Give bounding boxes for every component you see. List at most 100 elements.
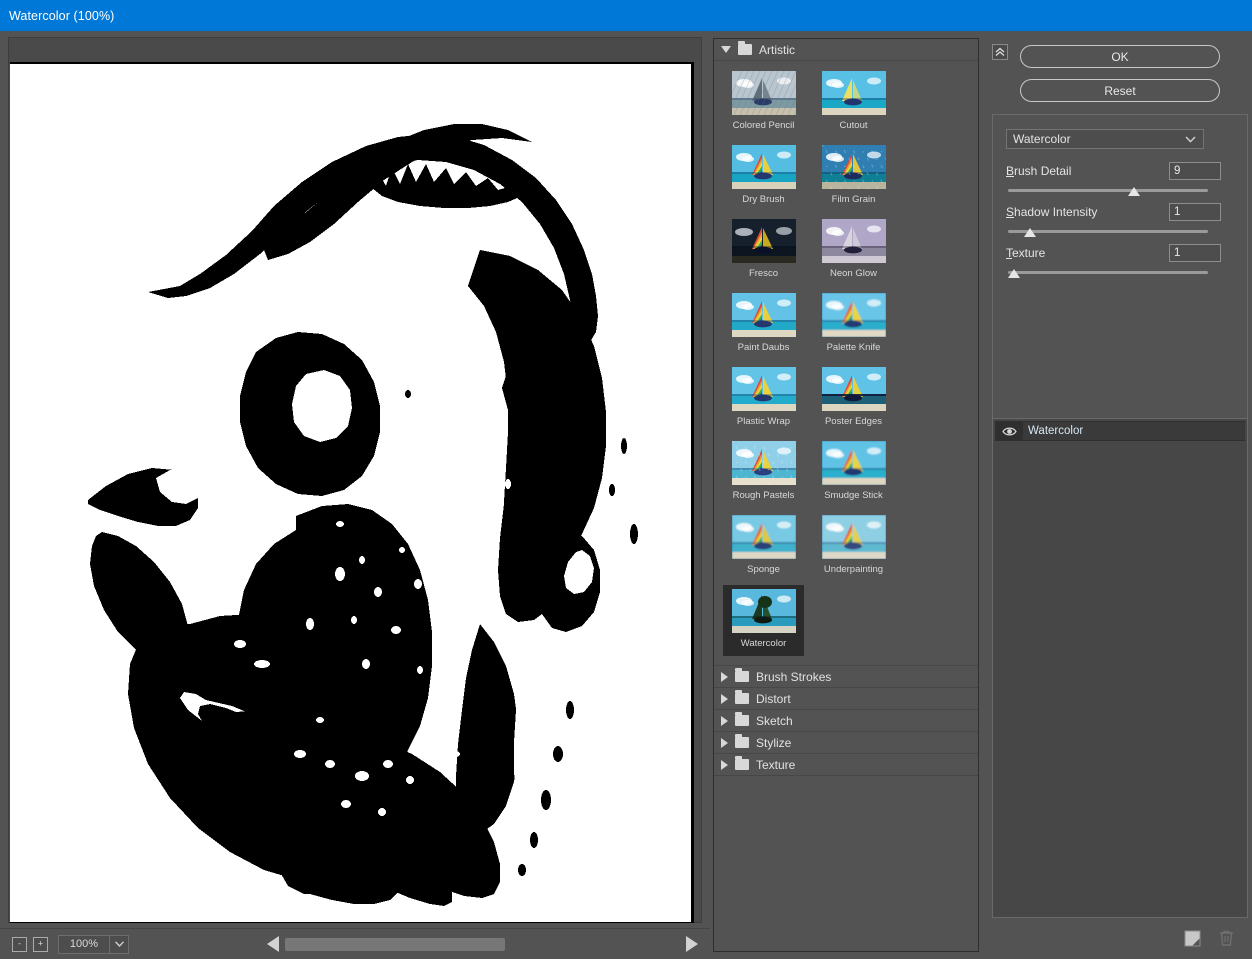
filter-thumbnail-palette-knife[interactable]: Palette Knife (813, 289, 894, 360)
filter-select-dropdown[interactable]: Watercolor (1006, 129, 1204, 149)
folder-icon (735, 712, 749, 726)
zoom-in-button[interactable]: + (33, 936, 48, 952)
slider-group-texture: Texture 1 (1006, 243, 1221, 282)
category-row-sketch[interactable]: Sketch (714, 710, 978, 732)
zoom-out-label: - (18, 938, 21, 949)
filter-thumbnail-label: Plastic Wrap (736, 416, 791, 427)
scrollbar-thumb[interactable] (285, 937, 505, 951)
slider-value-field-shadow-intensity[interactable]: 1 (1169, 202, 1221, 221)
chevron-down-icon (114, 941, 124, 947)
filter-thumbnail-label: Poster Edges (824, 416, 883, 427)
preview-image-canvas[interactable] (10, 64, 691, 922)
filter-thumbnail-underpainting[interactable]: Underpainting (813, 511, 894, 582)
category-label: Texture (756, 757, 796, 772)
zoom-out-button[interactable]: - (12, 936, 27, 952)
filter-preview-image (821, 441, 886, 485)
filter-preview-image (821, 293, 886, 337)
triangle-right-icon (721, 737, 728, 748)
collapse-panel-button[interactable] (992, 44, 1008, 60)
slider-knob-brush-detail[interactable] (1128, 187, 1141, 196)
scroll-left-arrow[interactable] (267, 936, 279, 952)
filter-thumbnail-plastic-wrap[interactable]: Plastic Wrap (723, 363, 804, 434)
filter-thumbnail-rough-pastels[interactable]: Rough Pastels (723, 437, 804, 508)
slider-knob-texture[interactable] (1008, 269, 1020, 278)
window-title: Watercolor (100%) (9, 8, 115, 23)
category-row-brush-strokes[interactable]: Brush Strokes (714, 666, 978, 688)
slider-value-field-brush-detail[interactable]: 9 (1169, 161, 1221, 180)
filter-thumbnail-colored-pencil[interactable]: Colored Pencil (723, 67, 804, 138)
filter-preview-image (821, 367, 886, 411)
settings-pane: OK Reset Watercolor Brush Detail 9 Shadow … (988, 38, 1252, 959)
filter-thumbnail-label: Underpainting (823, 564, 884, 575)
category-header-artistic[interactable]: Artistic (714, 39, 978, 61)
filter-preview-image (731, 515, 796, 559)
filter-preview-image (731, 145, 796, 189)
double-chevron-up-icon (995, 47, 1005, 56)
folder-icon (735, 668, 749, 682)
ok-button[interactable]: OK (1020, 45, 1220, 68)
filter-thumbnail-cutout[interactable]: Cutout (813, 67, 894, 138)
zoom-dropdown-button[interactable] (110, 934, 129, 954)
filter-thumbnail-label: Rough Pastels (732, 490, 795, 501)
folder-icon (738, 41, 752, 55)
reset-button[interactable]: Reset (1020, 79, 1220, 102)
scroll-right-arrow[interactable] (686, 936, 698, 952)
category-row-texture[interactable]: Texture (714, 754, 978, 776)
preview-canvas-area[interactable] (10, 62, 694, 923)
filter-preview-image (731, 589, 796, 633)
threshold-portrait-artwork (10, 64, 691, 922)
category-row-stylize[interactable]: Stylize (714, 732, 978, 754)
chevron-down-icon (1185, 135, 1196, 143)
filter-thumbnail-sponge[interactable]: Sponge (723, 511, 804, 582)
zoom-level-value: 100% (69, 938, 99, 950)
effect-layer-name: Watercolor (1023, 422, 1245, 440)
triangle-right-icon (721, 671, 728, 682)
filter-thumbnail-label: Palette Knife (826, 342, 881, 353)
slider-mnemonic: S (1006, 204, 1015, 219)
filter-thumbnail-poster-edges[interactable]: Poster Edges (813, 363, 894, 434)
reset-button-label: Reset (1104, 83, 1136, 98)
filter-thumbnail-paint-daubs[interactable]: Paint Daubs (723, 289, 804, 360)
filter-thumbnail-film-grain[interactable]: Film Grain (813, 141, 894, 212)
filter-preview-image (731, 71, 796, 115)
slider-label-brush-detail: Brush Detail (1006, 164, 1071, 178)
horizontal-scrollbar[interactable] (285, 937, 605, 951)
preview-status-bar: - + 100% (0, 928, 710, 959)
slider-track-texture[interactable] (1006, 267, 1221, 282)
filter-thumbnail-smudge-stick[interactable]: Smudge Stick (813, 437, 894, 508)
category-row-distort[interactable]: Distort (714, 688, 978, 710)
filter-preview-image (731, 293, 796, 337)
ok-button-label: OK (1111, 49, 1129, 64)
zoom-level-field[interactable]: 100% (58, 934, 110, 954)
preview-pane (0, 31, 710, 959)
layer-visibility-toggle[interactable] (995, 426, 1023, 437)
slider-knob-shadow-intensity[interactable] (1023, 228, 1036, 237)
filter-preview-image (821, 71, 886, 115)
effect-layers-list: Watercolor (992, 418, 1248, 918)
zoom-in-label: + (37, 938, 44, 949)
triangle-right-icon (721, 715, 728, 726)
category-label: Sketch (756, 713, 793, 728)
effect-layer-row[interactable]: Watercolor (995, 421, 1245, 441)
category-label: Distort (756, 691, 791, 706)
category-label: Brush Strokes (756, 669, 832, 684)
new-effect-layer-button[interactable] (1180, 926, 1204, 950)
filter-thumbnail-watercolor[interactable]: Watercolor (723, 585, 804, 656)
filter-thumbnail-neon-glow[interactable]: Neon Glow (813, 215, 894, 286)
slider-label-rest: exture (1012, 245, 1046, 260)
filter-thumbnail-label: Film Grain (831, 194, 876, 205)
slider-value-text: 9 (1174, 164, 1181, 177)
slider-track-brush-detail[interactable] (1006, 185, 1221, 200)
filter-thumbnail-dry-brush[interactable]: Dry Brush (723, 141, 804, 212)
slider-track-shadow-intensity[interactable] (1006, 226, 1221, 241)
preview-frame (8, 37, 702, 923)
filter-thumbnail-label: Dry Brush (742, 194, 785, 205)
slider-value-field-texture[interactable]: 1 (1169, 243, 1221, 262)
triangle-down-icon (721, 46, 731, 53)
filter-thumbnail-fresco[interactable]: Fresco (723, 215, 804, 286)
filter-thumbnail-label: Neon Glow (830, 268, 877, 279)
slider-label-texture: Texture (1006, 246, 1045, 260)
delete-effect-layer-button[interactable] (1214, 926, 1238, 950)
slider-label-rest: hadow Intensity (1014, 204, 1098, 219)
filter-preview-image (731, 219, 796, 263)
